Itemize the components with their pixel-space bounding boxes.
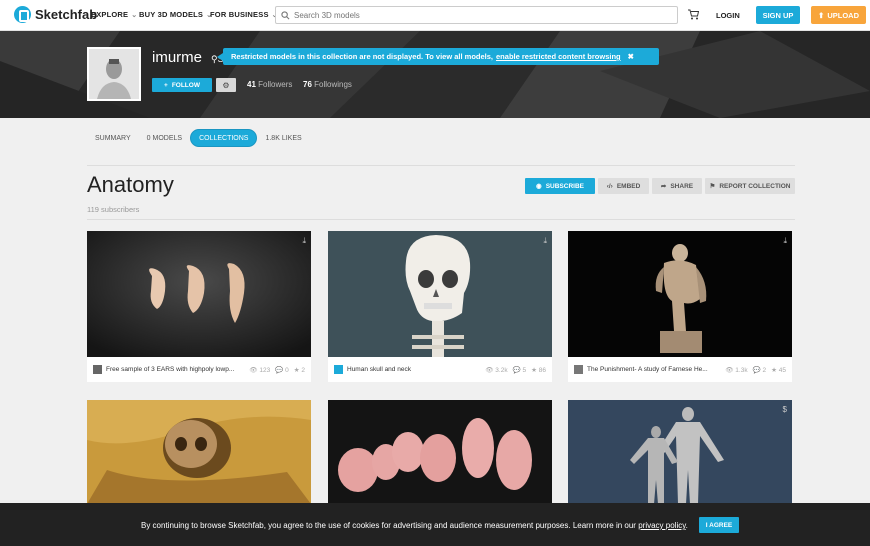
sketchfab-logo[interactable]: Sketchfab — [14, 6, 97, 23]
report-collection-button[interactable]: ⚑ REPORT COLLECTION — [705, 178, 795, 194]
statue-model-preview — [568, 231, 792, 357]
model-stats: 👁 3.2k 💬 5 ★ 86 — [485, 366, 546, 374]
human-figures-preview — [568, 400, 792, 504]
chevron-down-icon: ⌄ — [131, 12, 138, 19]
model-name[interactable]: Human skull and neck — [347, 366, 479, 373]
flag-icon: ⚑ — [709, 183, 716, 190]
ears-model-preview — [87, 231, 311, 357]
comments-icon: 💬 — [512, 366, 521, 374]
top-navbar: Sketchfab EXPLORE ⌄ BUY 3D MODELS ⌄ FOR BU… — [0, 0, 870, 31]
views-icon: 👁 — [249, 366, 258, 374]
nav-for-business[interactable]: FOR BUSINESS⌄ — [210, 10, 278, 19]
model-thumbnail[interactable]: $ — [568, 400, 792, 504]
profile-tabs: SUMMARY 0 MODELS COLLECTIONS 1.8K LIKES — [87, 129, 310, 147]
share-button[interactable]: ➦ SHARE — [652, 178, 702, 194]
gear-icon: ⚙ — [222, 80, 230, 90]
profile-username[interactable]: imurme — [152, 49, 202, 66]
enable-restricted-link[interactable]: enable restricted content browsing — [496, 52, 621, 61]
model-card[interactable]: ⤓ Free sample of 3 EARS with highpoly lo… — [87, 231, 311, 382]
divider — [87, 219, 795, 220]
views-icon: 👁 — [485, 366, 494, 374]
avatar-image — [89, 49, 139, 99]
model-card[interactable] — [87, 400, 311, 504]
comments-icon: 💬 — [275, 366, 284, 374]
download-icon[interactable]: ⤓ — [783, 236, 787, 246]
model-card[interactable] — [328, 400, 552, 504]
plus-icon: + — [164, 81, 168, 89]
model-thumbnail[interactable]: ⤓ — [87, 231, 311, 357]
likes-icon: ★ — [293, 366, 300, 374]
author-avatar[interactable] — [334, 365, 343, 374]
cart-icon[interactable] — [687, 9, 699, 20]
model-stats: 👁 1.3k 💬 2 ★ 45 — [725, 366, 786, 374]
likes-icon: ★ — [771, 366, 777, 374]
brand-name: Sketchfab — [35, 7, 98, 22]
cookie-text: By continuing to browse Sketchfab, you a… — [141, 521, 688, 530]
model-card[interactable]: ⤓ Human skull and neck 👁 3.2k 💬 5 ★ 86 — [328, 231, 552, 382]
follow-button[interactable]: + FOLLOW — [152, 78, 212, 92]
search-input[interactable] — [294, 10, 664, 20]
subscribe-button[interactable]: ◉ SUBSCRIBE — [525, 178, 595, 194]
close-icon[interactable]: ✖ — [628, 52, 634, 61]
rss-icon: ◉ — [536, 183, 542, 190]
skull-model-preview — [328, 231, 552, 357]
model-stats: 👁 123 💬 0 ★ 2 — [249, 366, 305, 374]
collection-title: Anatomy — [87, 172, 174, 197]
views-icon: 👁 — [725, 366, 734, 374]
signup-button[interactable]: SIGN UP — [756, 6, 800, 24]
download-icon[interactable]: ⤓ — [543, 236, 547, 246]
model-thumbnail[interactable] — [328, 400, 552, 504]
author-avatar[interactable] — [93, 365, 102, 374]
upload-arrow-icon: ⬆ — [818, 10, 825, 20]
tab-summary[interactable]: SUMMARY — [87, 129, 139, 147]
comments-icon: 💬 — [752, 366, 761, 374]
tab-models[interactable]: 0 MODELS — [139, 129, 190, 147]
model-card[interactable]: ⤓ The Punishment- A study of Farnese He.… — [568, 231, 792, 382]
skeleton-burial-preview — [87, 400, 311, 504]
profile-options-button[interactable]: ⚙ — [216, 78, 236, 92]
followers-stat[interactable]: 41 Followers — [247, 80, 292, 89]
model-thumbnail[interactable] — [87, 400, 311, 504]
tab-collections[interactable]: COLLECTIONS — [190, 129, 258, 147]
search-box[interactable] — [275, 6, 678, 24]
logo-icon — [14, 6, 31, 23]
embed-button[interactable]: ‹/› EMBED — [598, 178, 649, 194]
divider — [87, 165, 795, 166]
nav-explore[interactable]: EXPLORE ⌄ — [91, 10, 137, 19]
following-stat[interactable]: 76 Followings — [303, 80, 352, 89]
cookie-banner: By continuing to browse Sketchfab, you a… — [0, 503, 870, 546]
agree-button[interactable]: I AGREE — [699, 517, 739, 533]
search-icon — [281, 10, 290, 19]
login-link[interactable]: LOGIN — [716, 11, 740, 20]
model-thumbnail[interactable]: ⤓ — [328, 231, 552, 357]
model-meta: The Punishment- A study of Farnese He...… — [568, 357, 792, 382]
model-name[interactable]: Free sample of 3 EARS with highpoly lowp… — [106, 366, 243, 373]
model-meta: Free sample of 3 EARS with highpoly lowp… — [87, 357, 311, 382]
embryo-models-preview — [328, 400, 552, 504]
code-icon: ‹/› — [606, 182, 613, 190]
model-thumbnail[interactable]: ⤓ — [568, 231, 792, 357]
likes-icon: ★ — [531, 366, 537, 374]
share-icon: ➦ — [660, 183, 667, 190]
subscriber-count: 119 subscribers — [87, 205, 140, 214]
avatar[interactable] — [87, 47, 141, 101]
restricted-content-alert: Restricted models in this collection are… — [217, 48, 659, 65]
price-icon[interactable]: $ — [783, 405, 787, 414]
model-meta: Human skull and neck 👁 3.2k 💬 5 ★ 86 — [328, 357, 552, 382]
download-icon[interactable]: ⤓ — [302, 236, 306, 246]
upload-button[interactable]: ⬆ UPLOAD — [811, 6, 866, 24]
nav-buy-3d-models[interactable]: BUY 3D MODELS ⌄ — [139, 10, 212, 19]
tab-likes[interactable]: 1.8K LIKES — [257, 129, 309, 147]
author-avatar[interactable] — [574, 365, 583, 374]
model-name[interactable]: The Punishment- A study of Farnese He... — [587, 366, 719, 373]
privacy-policy-link[interactable]: privacy policy — [638, 521, 685, 530]
model-card[interactable]: $ — [568, 400, 792, 504]
